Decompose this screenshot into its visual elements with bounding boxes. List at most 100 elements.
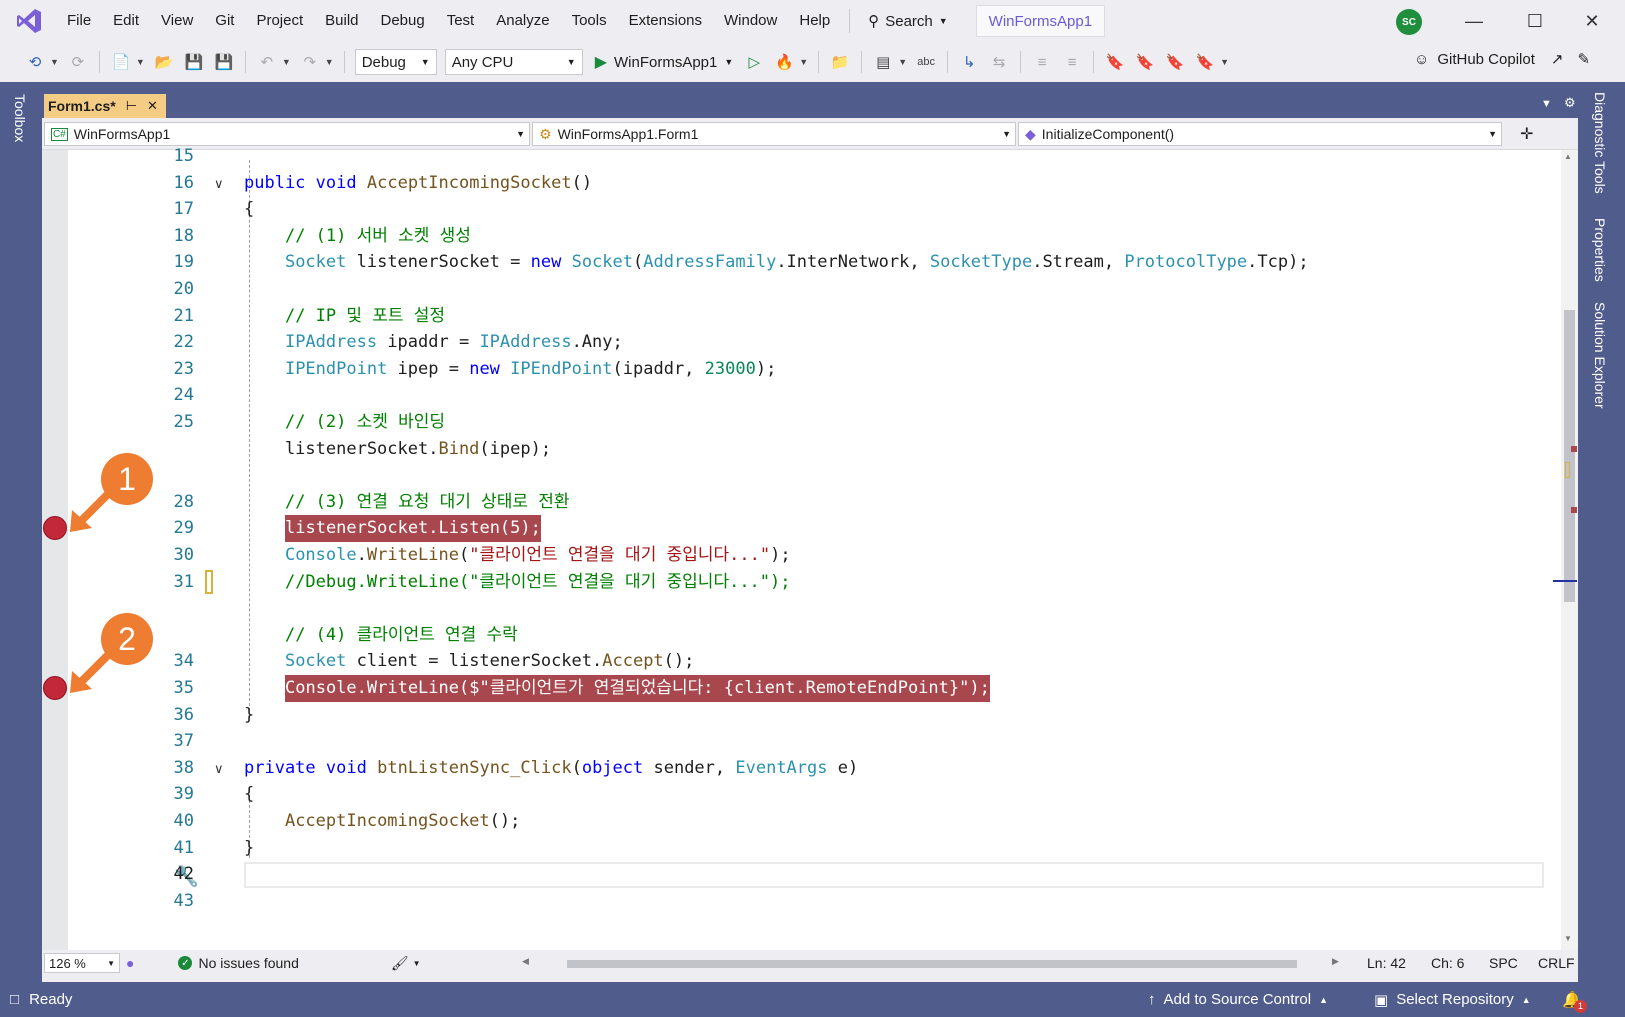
code-line[interactable]: 36} [42,702,1561,729]
back-navigation-icon[interactable]: ⟲ [24,51,46,73]
output-window-icon[interactable]: □ [10,991,19,1008]
notifications-button[interactable]: 🔔 1 [1562,982,1587,1017]
code-text[interactable]: { [244,781,254,808]
scroll-right-icon[interactable]: ▶ [1332,956,1339,967]
new-project-icon[interactable]: 📄 [110,51,132,73]
code-line[interactable]: // (4) 클라이언트 연결 수락 [42,622,1561,649]
menu-tools[interactable]: Tools [561,5,618,37]
visual-studio-logo-icon[interactable] [12,4,46,38]
code-text[interactable]: } [244,702,254,729]
code-line[interactable]: 35 Console.WriteLine($"클라이언트가 연결되었습니다: {c… [42,675,1561,702]
scroll-down-icon[interactable]: ▼ [1564,934,1572,943]
uncomment-icon[interactable]: ≡ [1061,51,1083,73]
chevron-down-icon[interactable]: ▼ [1220,57,1229,67]
gear-icon[interactable]: ⚙ [1564,95,1576,111]
diagnostic-tools-tab[interactable]: Diagnostic Tools [1592,92,1608,194]
open-folder-icon[interactable]: 📂 [153,51,175,73]
chevron-down-icon[interactable]: ▼ [282,57,291,67]
scrollbar-thumb[interactable] [567,960,1297,968]
tab-list-dropdown-icon[interactable]: ▼ [1541,98,1552,110]
clear-bookmarks-icon[interactable]: 🔖 [1194,51,1216,73]
menu-git[interactable]: Git [204,5,245,37]
step-over-icon[interactable]: ⇆ [988,51,1010,73]
document-tab-form1[interactable]: Form1.cs* ⊢ ✕ [44,94,166,118]
vertical-scrollbar[interactable]: ▲ ▼ [1553,150,1578,950]
breakpoint-code-line[interactable]: listenerSocket.Listen(5); [285,515,541,543]
spell-check-icon[interactable]: abc [915,51,937,73]
menu-project[interactable]: Project [245,5,314,37]
char-indicator[interactable]: Ch: 6 [1431,955,1464,971]
properties-tab[interactable]: Properties [1592,218,1608,282]
code-text[interactable]: // (3) 연결 요청 대기 상태로 전환 [244,489,570,516]
menu-build[interactable]: Build [314,5,369,37]
menu-window[interactable]: Window [713,5,788,37]
layout-icon[interactable]: ▤ [872,51,894,73]
step-into-icon[interactable]: ↳ [958,51,980,73]
code-line[interactable]: 22 IPAddress ipaddr = IPAddress.Any; [42,329,1561,356]
code-line[interactable] [42,462,1561,489]
chevron-down-icon[interactable]: ▼ [50,57,59,67]
horizontal-scrollbar[interactable]: ◀ ▶ [522,956,1342,970]
chevron-down-icon[interactable]: ▼ [413,959,421,968]
redo-icon[interactable]: ↷ [299,51,321,73]
code-text[interactable]: { [244,196,254,223]
code-cleanup-icon[interactable]: 🖌 [391,955,409,972]
add-to-source-control-button[interactable]: ↑ Add to Source Control ▲ [1148,982,1328,1017]
code-line[interactable]: 24 [42,382,1561,409]
minimize-button[interactable]: — [1454,6,1494,36]
code-line[interactable]: 39 { [42,781,1561,808]
code-line[interactable]: 18 // (1) 서버 소켓 생성 [42,223,1561,250]
save-icon[interactable]: 💾 [183,51,205,73]
browse-folder-icon[interactable]: 📁 [829,51,851,73]
pin-icon[interactable]: ⊢ [126,98,137,114]
code-text[interactable]: private void btnListenSync_Click(object … [244,755,858,782]
intellicode-icon[interactable]: ● [126,955,134,971]
code-text[interactable]: //Debug.WriteLine("클라이언트 연결을 대기 중입니다..."… [244,569,791,596]
configuration-select[interactable]: Debug ▼ [354,49,437,75]
scroll-up-icon[interactable]: ▲ [1564,152,1572,161]
code-text[interactable]: } [244,835,254,862]
close-window-button[interactable]: ✕ [1572,6,1612,36]
code-line[interactable]: 37 [42,728,1561,755]
split-window-icon[interactable]: ✛ [1520,124,1533,144]
menu-file[interactable]: File [56,5,102,37]
menu-analyze[interactable]: Analyze [485,5,560,37]
chevron-down-icon[interactable]: ▼ [136,57,145,67]
code-line[interactable]: 29 listenerSocket.Listen(5); [42,515,1561,543]
code-line[interactable]: 40 AcceptIncomingSocket(); [42,808,1561,835]
bookmark-icon[interactable]: 🔖 [1104,51,1126,73]
solution-explorer-tab[interactable]: Solution Explorer [1592,302,1608,409]
code-text[interactable]: listenerSocket.Bind(ipep); [244,436,551,463]
feedback-icon[interactable]: ✎ [1577,50,1590,68]
undo-icon[interactable]: ↶ [256,51,278,73]
menu-view[interactable]: View [150,5,204,37]
next-bookmark-icon[interactable]: 🔖 [1164,51,1186,73]
scroll-left-icon[interactable]: ◀ [522,956,529,967]
code-text[interactable]: IPEndPoint ipep = new IPEndPoint(ipaddr,… [244,356,776,383]
code-line[interactable]: 21 // IP 및 포트 설정 [42,303,1561,330]
code-line[interactable]: 38 ∨ private void btnListenSync_Click(obje… [42,755,1561,782]
select-repository-button[interactable]: ▣ Select Repository ▲ [1374,982,1531,1017]
code-line[interactable]: 42 [42,861,1561,888]
code-line[interactable]: 30 Console.WriteLine("클라이언트 연결을 대기 중입니다.… [42,542,1561,569]
collapse-region-icon[interactable]: ∨ [214,755,224,782]
save-all-icon[interactable]: 💾 [213,51,235,73]
hot-reload-icon[interactable]: 🔥 [773,51,795,73]
menu-extensions[interactable]: Extensions [618,5,713,37]
code-line[interactable]: 25 // (2) 소켓 바인딩 [42,409,1561,436]
start-without-debugging-icon[interactable]: ▷ [743,51,765,73]
scrollbar-thumb[interactable] [1564,310,1575,602]
code-text[interactable]: // (4) 클라이언트 연결 수락 [244,622,518,649]
code-text[interactable]: AcceptIncomingSocket(); [244,808,520,835]
comment-out-icon[interactable]: ≡ [1031,51,1053,73]
code-editor[interactable]: 🔧 15 16 ∨ public void AcceptIncomingSocket(… [42,146,1561,950]
code-text[interactable]: Console.WriteLine("클라이언트 연결을 대기 중입니다..."… [244,542,791,569]
code-line[interactable]: 16 ∨ public void AcceptIncomingSocket() [42,170,1561,197]
code-text[interactable]: // (2) 소켓 바인딩 [244,409,445,436]
code-text[interactable]: public void AcceptIncomingSocket() [244,170,592,197]
start-debugging-button[interactable]: ▶ WinFormsApp1 ▼ [595,52,734,72]
code-line[interactable]: 34 Socket client = listenerSocket.Accept… [42,648,1561,675]
line-number-indicator[interactable]: Ln: 42 [1367,955,1406,971]
previous-bookmark-icon[interactable]: 🔖 [1134,51,1156,73]
close-tab-icon[interactable]: ✕ [147,98,158,114]
